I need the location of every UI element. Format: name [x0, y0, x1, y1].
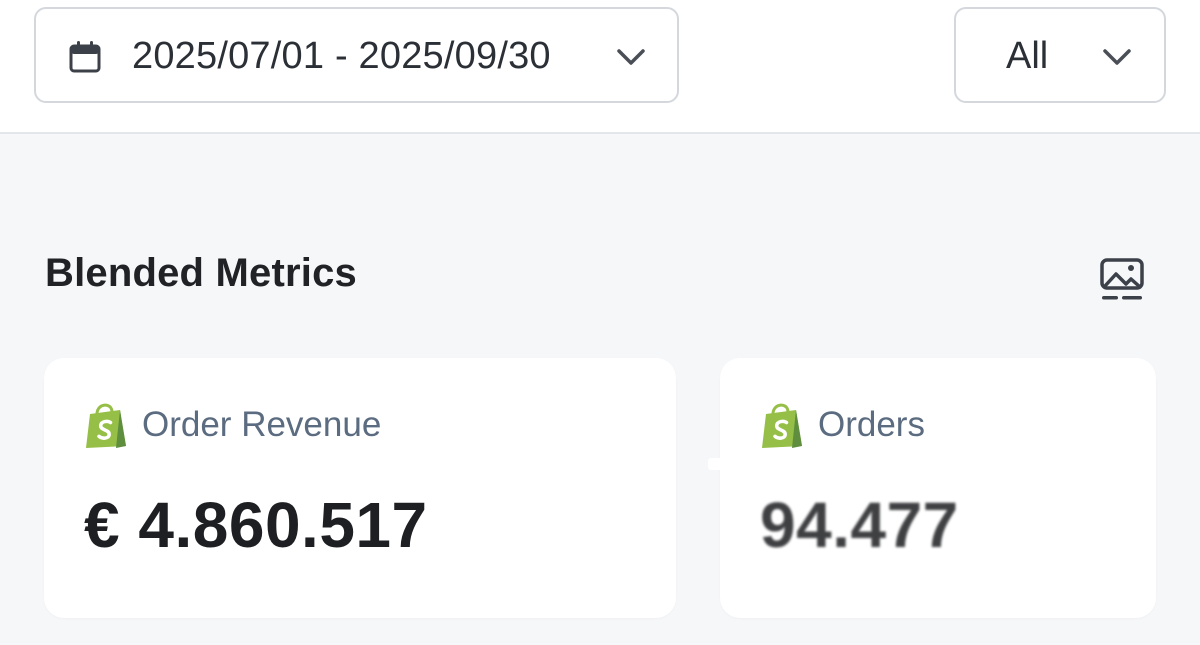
image-export-icon[interactable] [1098, 256, 1146, 304]
chevron-down-icon [1103, 49, 1131, 65]
segment-select[interactable]: All [954, 7, 1166, 103]
chevron-down-icon [617, 49, 645, 65]
calendar-icon [69, 41, 101, 73]
shopify-icon [86, 403, 126, 448]
dashboard-page: 2025/07/01 - 2025/09/30 All Blended Metr… [0, 0, 1200, 645]
section-title: Blended Metrics [45, 251, 357, 295]
filter-bar: 2025/07/01 - 2025/09/30 All [0, 0, 1200, 134]
metric-card-orders[interactable]: Orders 94.477 [708, 358, 1156, 618]
date-range-picker[interactable]: 2025/07/01 - 2025/09/30 [34, 7, 679, 103]
metric-value: € 4.860.517 [84, 489, 428, 561]
metric-label: Order Revenue [142, 405, 382, 444]
date-range-value: 2025/07/01 - 2025/09/30 [132, 35, 551, 77]
segment-select-value: All [1006, 35, 1049, 77]
redaction-mark [708, 458, 728, 470]
shopify-icon [762, 403, 802, 448]
metric-label: Orders [818, 405, 925, 444]
metric-value: 94.477 [760, 489, 959, 561]
metric-card-order-revenue[interactable]: Order Revenue € 4.860.517 [44, 358, 676, 618]
